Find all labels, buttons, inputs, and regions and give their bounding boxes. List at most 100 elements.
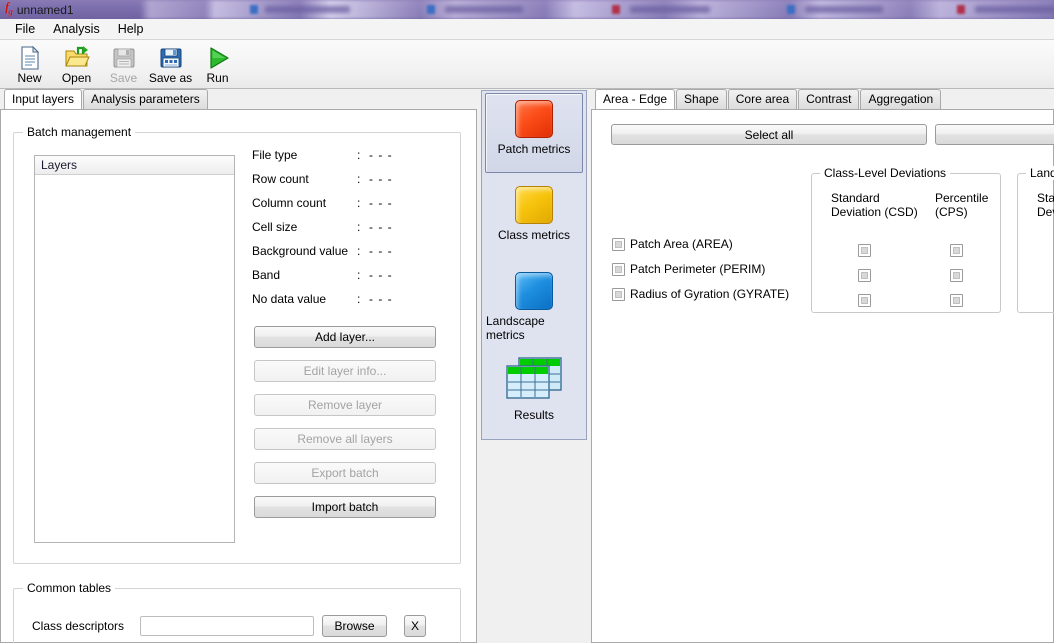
info-value-cell-size: - - - xyxy=(369,220,393,234)
area-edge-tab-content: Select all Patch Area (AREA) Patch Perim… xyxy=(591,109,1054,643)
csd-checkbox-radius-of-gyration[interactable] xyxy=(858,294,871,307)
remove-all-layers-button-label: Remove all layers xyxy=(297,432,393,446)
edit-layer-info-button-label: Edit layer info... xyxy=(303,364,387,378)
nav-item-landscape-metrics-label: Landscape metrics xyxy=(486,314,545,342)
right-panel: Area - Edge Shape Core area Contrast Agg… xyxy=(591,89,1054,643)
titlebar-background-tabs xyxy=(0,0,1054,19)
right-panel-tabstrip: Area - Edge Shape Core area Contrast Agg… xyxy=(591,89,1054,109)
class-descriptors-clear-label: X xyxy=(410,619,419,633)
cps-checkbox-patch-area[interactable] xyxy=(950,244,963,257)
info-value-file-type: - - - xyxy=(369,148,393,162)
save-button-label: Save xyxy=(109,71,138,85)
layers-list[interactable]: Layers xyxy=(34,155,235,543)
new-document-icon xyxy=(17,45,43,71)
run-button[interactable]: Run xyxy=(194,42,241,87)
red-square-icon xyxy=(515,100,553,138)
select-all-button[interactable]: Select all xyxy=(611,124,927,145)
tab-analysis-parameters[interactable]: Analysis parameters xyxy=(83,89,208,109)
metric-row-radius-of-gyration[interactable]: Radius of Gyration (GYRATE) xyxy=(612,287,789,301)
main-toolbar: New Open Save Save as Run xyxy=(0,40,1054,89)
nav-item-landscape-metrics[interactable]: Landscape metrics xyxy=(485,265,583,345)
radius-of-gyration-label: Radius of Gyration (GYRATE) xyxy=(630,287,790,301)
tab-input-layers[interactable]: Input layers xyxy=(4,89,83,109)
save-button: Save xyxy=(100,42,147,87)
class-descriptors-input[interactable] xyxy=(140,616,314,636)
nav-item-patch-metrics[interactable]: Patch metrics xyxy=(485,93,583,173)
radius-of-gyration-checkbox[interactable] xyxy=(612,287,625,301)
metrics-navigator-panel: Patch metrics Class metrics Landscape me… xyxy=(481,90,587,440)
open-button[interactable]: Open xyxy=(53,42,100,87)
info-label-file-type: File type xyxy=(252,148,298,162)
metric-row-patch-perimeter[interactable]: Patch Perimeter (PERIM) xyxy=(612,262,765,276)
csd-header-line2: Deviation (CSD) xyxy=(831,205,918,219)
cps-checkbox-radius-of-gyration[interactable] xyxy=(950,294,963,307)
info-row-background-value: Background value : - - - xyxy=(252,244,393,258)
new-button-label: New xyxy=(17,71,42,85)
info-value-band: - - - xyxy=(369,268,393,282)
nav-item-results[interactable]: Results xyxy=(485,349,583,429)
class-descriptors-row: Class descriptors Browse X xyxy=(32,615,426,637)
menu-help[interactable]: Help xyxy=(109,20,153,38)
csd-header-line1: Standard xyxy=(831,191,880,205)
info-row-row-count: Row count : - - - xyxy=(252,172,393,186)
info-row-band: Band : - - - xyxy=(252,268,393,282)
save-as-button[interactable]: Save as xyxy=(147,42,194,87)
batch-management-title: Batch management xyxy=(23,125,136,139)
remove-all-layers-button: Remove all layers xyxy=(254,428,436,450)
tab-aggregation[interactable]: Aggregation xyxy=(860,89,942,109)
tab-contrast[interactable]: Contrast xyxy=(798,89,860,109)
save-as-button-label: Save as xyxy=(148,71,193,85)
class-descriptors-label: Class descriptors xyxy=(32,619,125,633)
info-row-cell-size: Cell size : - - - xyxy=(252,220,393,234)
layers-list-header: Layers xyxy=(35,156,234,175)
floppy-disk-plus-icon xyxy=(158,45,184,71)
floppy-disk-icon xyxy=(111,45,137,71)
export-batch-button-label: Export batch xyxy=(311,466,379,480)
patch-perimeter-label: Patch Perimeter (PERIM) xyxy=(630,262,766,276)
tab-area-edge[interactable]: Area - Edge xyxy=(595,89,676,109)
tab-shape[interactable]: Shape xyxy=(676,89,727,109)
tab-core-area[interactable]: Core area xyxy=(727,89,798,109)
batch-management-group: Batch management Layers File type : - - … xyxy=(13,125,461,564)
window-title-bar: fg unnamed1 xyxy=(0,0,1054,19)
class-descriptors-clear-button[interactable]: X xyxy=(404,615,426,637)
menu-bar: File Analysis Help xyxy=(0,19,1054,40)
info-label-row-count: Row count xyxy=(252,172,309,186)
import-batch-button-label: Import batch xyxy=(311,500,379,514)
left-panel: Input layers Analysis parameters Batch m… xyxy=(0,89,477,643)
import-batch-button[interactable]: Import batch xyxy=(254,496,436,518)
cps-header-line2: (CPS) xyxy=(935,205,968,219)
csd-checkbox-patch-area[interactable] xyxy=(858,244,871,257)
info-sep-cell-size: : xyxy=(357,220,361,234)
landscape-level-deviations-group: Lands Stan Devi xyxy=(1017,166,1054,313)
info-sep-file-type: : xyxy=(357,148,361,162)
class-descriptors-browse-button[interactable]: Browse xyxy=(322,615,387,637)
cps-header-line1: Percentile xyxy=(935,191,989,205)
run-button-label: Run xyxy=(206,71,229,85)
nav-item-class-metrics[interactable]: Class metrics xyxy=(485,179,583,259)
edit-layer-info-button: Edit layer info... xyxy=(254,360,436,382)
add-layer-button[interactable]: Add layer... xyxy=(254,326,436,348)
secondary-action-button[interactable] xyxy=(935,124,1054,145)
left-panel-tabstrip: Input layers Analysis parameters xyxy=(0,89,477,109)
cps-checkbox-patch-perimeter[interactable] xyxy=(950,269,963,282)
fg-logo-icon: fg xyxy=(5,0,13,17)
metric-row-patch-area[interactable]: Patch Area (AREA) xyxy=(612,237,733,251)
layers-column-header: Layers xyxy=(41,158,78,172)
info-label-background-value: Background value xyxy=(252,244,349,258)
new-button[interactable]: New xyxy=(6,42,53,87)
info-sep-no-data-value: : xyxy=(357,292,361,306)
menu-file[interactable]: File xyxy=(6,20,44,38)
patch-area-checkbox[interactable] xyxy=(612,237,625,251)
info-label-column-count: Column count xyxy=(252,196,327,210)
menu-analysis[interactable]: Analysis xyxy=(44,20,109,38)
info-sep-band: : xyxy=(357,268,361,282)
lsd-column-header: Stan Devi xyxy=(1037,191,1054,219)
info-label-band: Band xyxy=(252,268,281,282)
info-value-row-count: - - - xyxy=(369,172,393,186)
info-sep-column-count: : xyxy=(357,196,361,210)
csd-checkbox-patch-perimeter[interactable] xyxy=(858,269,871,282)
remove-layer-button-label: Remove layer xyxy=(307,398,383,412)
class-descriptors-browse-label: Browse xyxy=(334,619,375,633)
patch-perimeter-checkbox[interactable] xyxy=(612,262,625,276)
